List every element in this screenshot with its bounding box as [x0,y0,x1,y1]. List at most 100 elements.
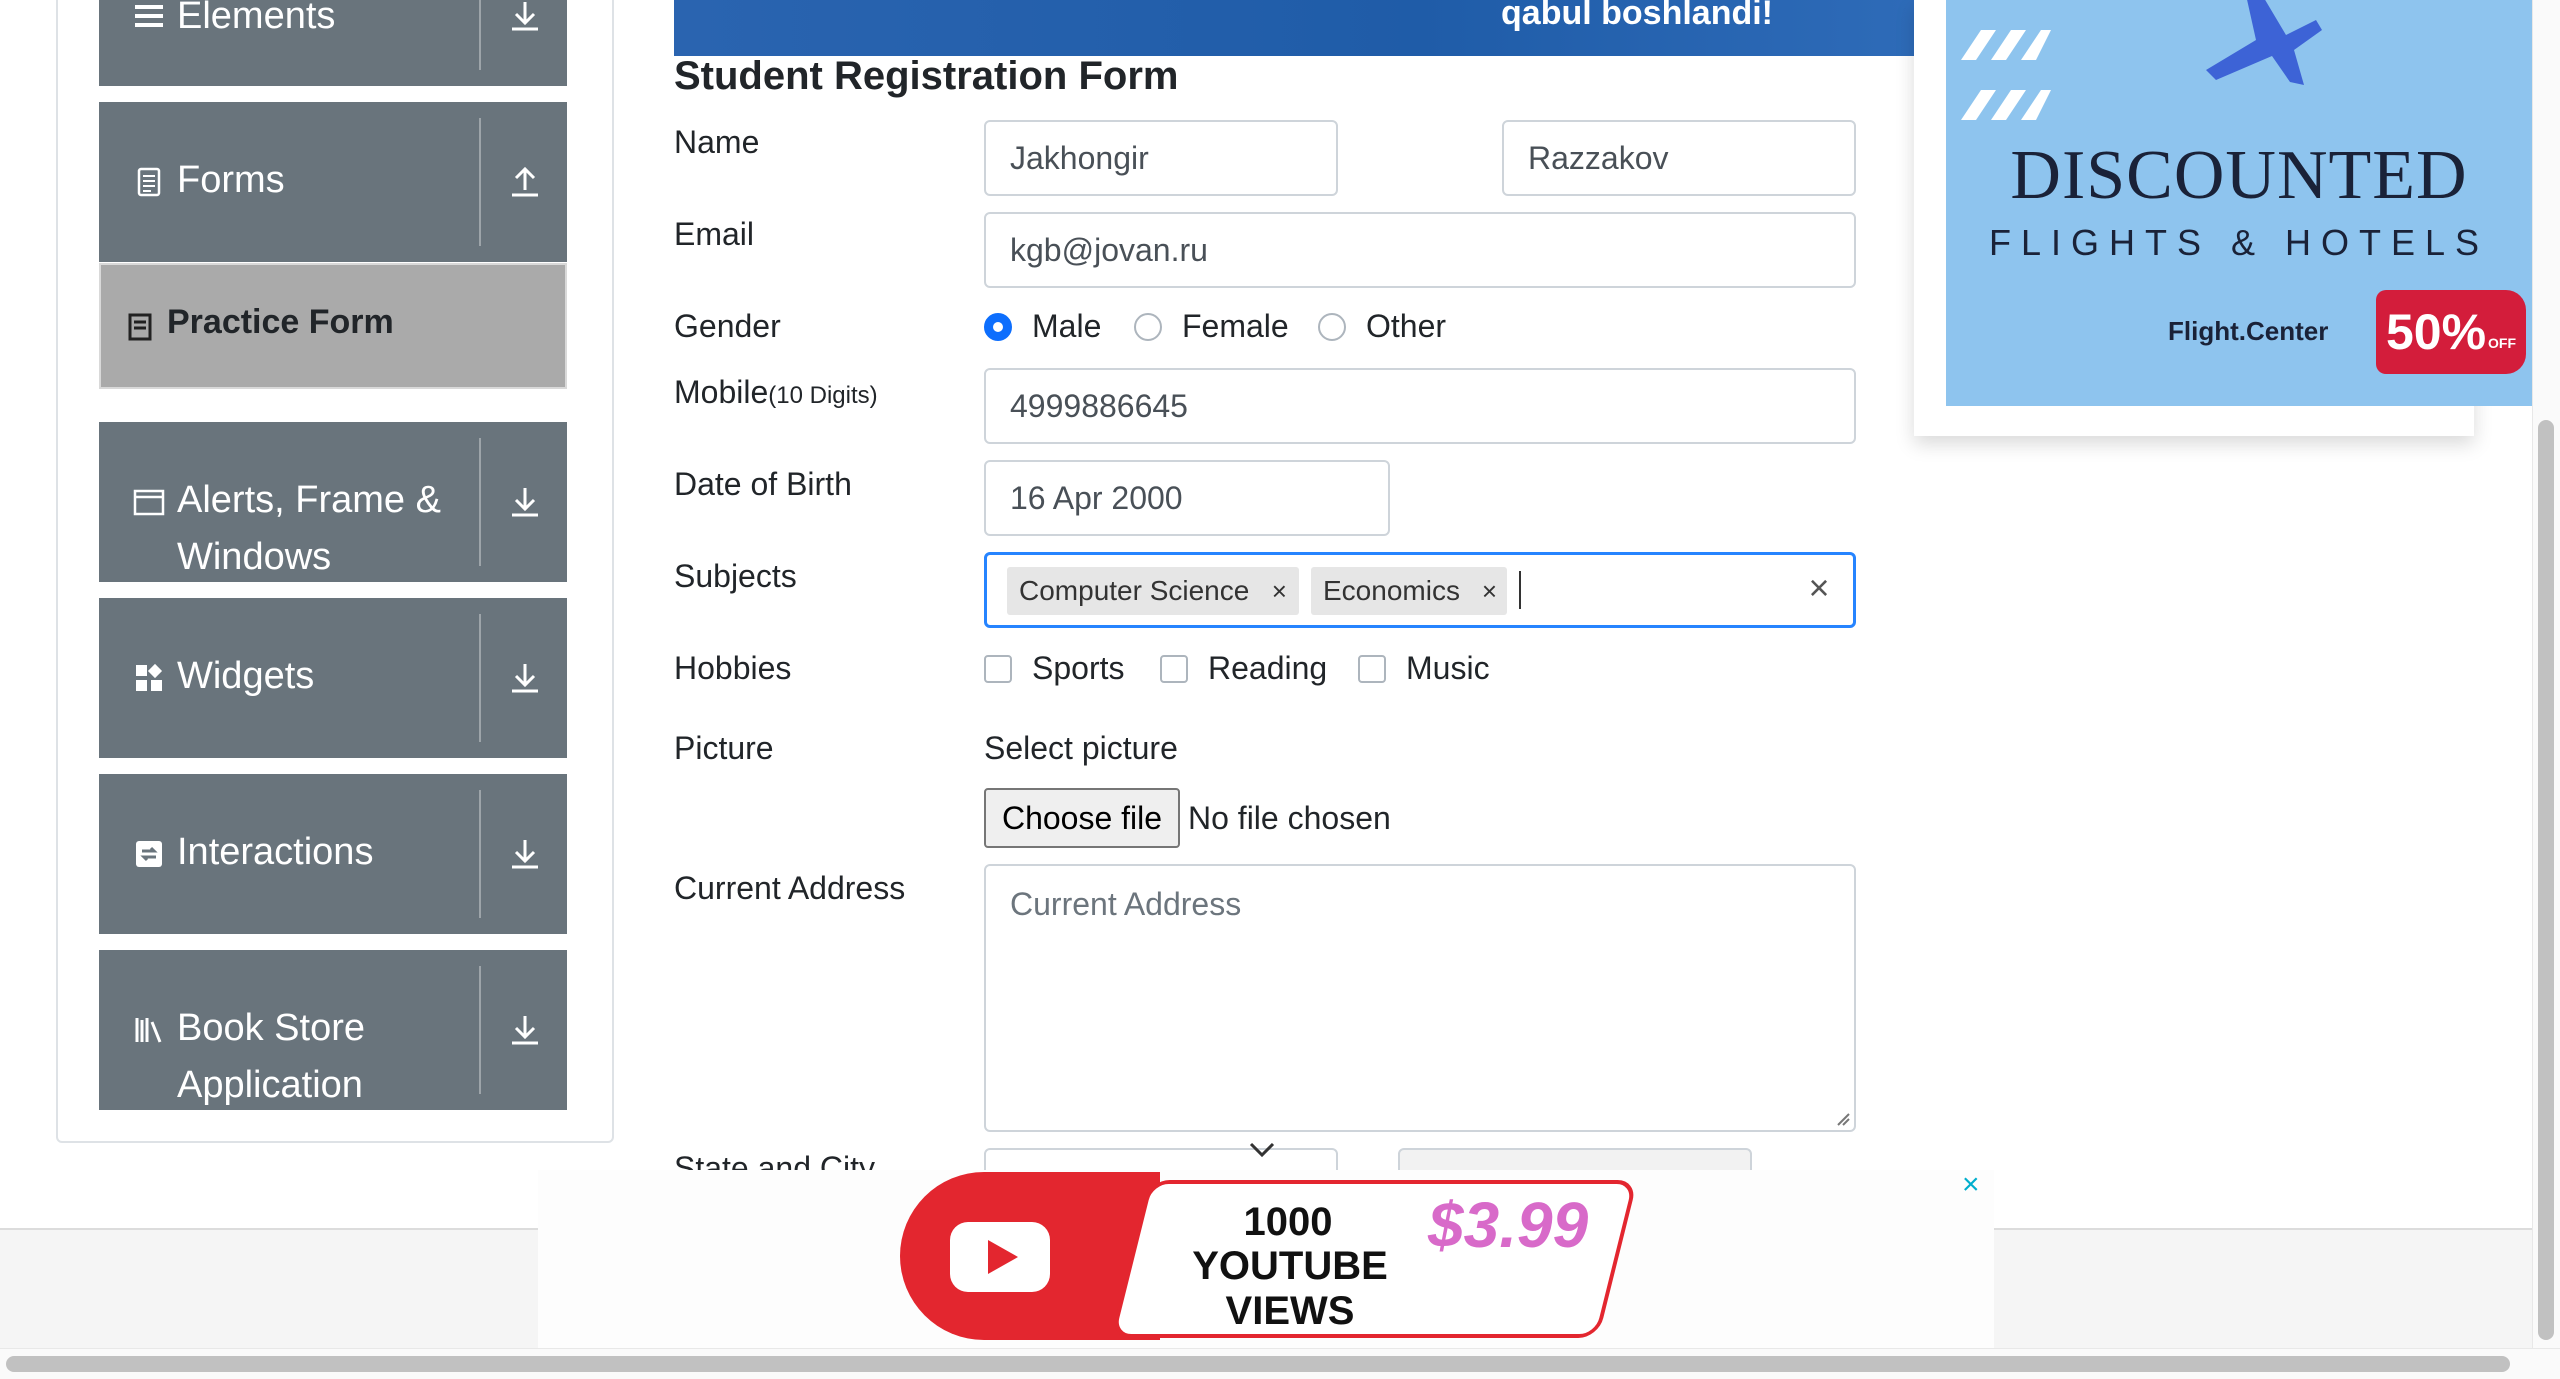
ad-brand: Flight.Center [2168,316,2329,346]
sidebar-group-label: Alerts, Frame & Windows [177,479,441,578]
widgets-icon [136,663,163,691]
last-name-input[interactable]: Razzakov [1502,120,1856,196]
subjects-label: Subjects [674,558,797,594]
radio-control[interactable] [984,312,1012,341]
gender-label: Gender [674,308,781,344]
sidebar-group-label: Elements [177,0,336,37]
ad-subline: FLIGHTS & HOTELS [1988,222,2490,263]
checkbox-label: Reading [1208,650,1328,686]
divider [479,966,481,1094]
subject-chip: Economics × [1311,567,1507,615]
divider [479,0,481,70]
dob-input[interactable]: 16 Apr 2000 [984,460,1390,536]
chip-remove-icon[interactable]: × [1261,576,1297,607]
radio-control[interactable] [1134,312,1162,341]
document-icon [137,167,161,197]
sidebar-group-forms[interactable]: Forms [99,102,567,262]
divider [479,118,481,246]
subjects-input[interactable]: Computer Science × Economics × × [984,552,1856,628]
checkbox-control[interactable] [1358,654,1386,683]
first-name-input[interactable]: Jakhongir [984,120,1338,196]
close-icon[interactable]: × [1962,1168,1980,1202]
list-icon [135,5,163,27]
sidebar-group-label: Forms [177,159,285,201]
checkbox-label: Sports [1032,650,1125,686]
gender-radio-female[interactable]: Female [1134,308,1289,345]
upload-icon[interactable] [507,164,543,200]
sidebar-group-interactions[interactable]: Interactions [99,774,567,934]
sidebar-item-practice-form[interactable]: Practice Form [99,263,567,389]
name-label: Name [674,124,760,160]
youtube-play-icon [950,1222,1050,1292]
discount-value: 50% [2385,304,2487,360]
resize-handle-icon[interactable] [1834,1110,1850,1126]
divider [479,790,481,918]
mobile-hint: (10 Digits) [768,382,878,409]
top-banner-text: qabul boshlandi! [1501,0,1773,32]
dob-label: Date of Birth [674,466,852,502]
sidebar-group-label: Book Store Application [177,1007,365,1106]
checkbox-control[interactable] [1160,654,1188,683]
address-textarea[interactable]: Current Address [984,864,1856,1132]
radio-control[interactable] [1318,312,1346,341]
right-ad[interactable]: DISCOUNTED FLIGHTS & HOTELS Flight.Cente… [1946,0,2532,406]
books-icon [135,1018,162,1043]
picture-label: Picture [674,730,774,766]
mobile-input[interactable]: 4999886645 [984,368,1856,444]
discount-sub: OFF [2488,335,2517,351]
airplane-icon [2206,0,2322,85]
hobby-checkbox-music[interactable]: Music [1358,650,1490,687]
email-input[interactable]: kgb@jovan.ru [984,212,1856,288]
top-banner-ad[interactable]: qabul boshlandi! [674,0,1915,56]
discount-tag: 50% OFF [2376,290,2526,374]
sidebar-group-label: Widgets [177,655,315,697]
select-picture-label: Select picture [984,730,1178,766]
sidebar-group-elements[interactable]: Elements [99,0,567,86]
clear-icon[interactable]: × [1799,567,1839,609]
ad-headline: DISCOUNTED [2010,137,2468,214]
vertical-scrollbar-thumb[interactable] [2538,420,2554,1340]
chip-label: Economics [1323,575,1460,606]
mobile-label: Mobile(10 Digits) [674,374,878,411]
gender-radio-male[interactable]: Male [984,308,1101,345]
ad-line2: YOUTUBE VIEWS [1192,1244,1388,1333]
sidebar-item-label: Practice Form [167,303,394,341]
form-icon [128,313,152,341]
ad-price: $3.99 [1428,1189,1589,1261]
email-label: Email [674,216,755,252]
divider [479,614,481,742]
radio-label: Female [1182,308,1289,344]
mobile-label-text: Mobile [674,374,769,410]
radio-label: Male [1032,308,1102,344]
text-caret [1519,571,1521,609]
sidebar-group-label: Interactions [177,831,374,873]
sidebar-group-book-store[interactable]: Book Store Application [99,950,567,1110]
interactions-icon [136,841,162,867]
hobby-checkbox-sports[interactable]: Sports [984,650,1124,687]
checkbox-control[interactable] [984,654,1012,683]
stripes-icon [1961,30,2051,120]
download-icon[interactable] [507,1012,543,1048]
window-icon [133,489,165,516]
file-status: No file chosen [1188,800,1391,836]
address-label: Current Address [674,870,906,906]
download-icon[interactable] [507,484,543,520]
download-icon[interactable] [507,660,543,696]
gender-radio-other[interactable]: Other [1318,308,1446,345]
ad-line1: 1000 [1243,1200,1333,1244]
subject-chip: Computer Science × [1007,567,1299,615]
chip-label: Computer Science [1019,575,1250,606]
horizontal-scrollbar-thumb[interactable] [6,1356,2510,1372]
hobby-checkbox-reading[interactable]: Reading [1160,650,1327,687]
choose-file-button[interactable]: Choose file [984,788,1180,848]
download-icon[interactable] [507,0,543,34]
chevron-down-icon[interactable] [1248,1140,1276,1160]
checkbox-label: Music [1406,650,1490,686]
radio-label: Other [1366,308,1447,344]
sidebar-group-widgets[interactable]: Widgets [99,598,567,758]
sidebar-group-alerts[interactable]: Alerts, Frame & Windows [99,422,567,582]
download-icon[interactable] [507,836,543,872]
page-title: Student Registration Form [674,54,1179,98]
divider [479,438,481,566]
chip-remove-icon[interactable]: × [1472,576,1507,607]
